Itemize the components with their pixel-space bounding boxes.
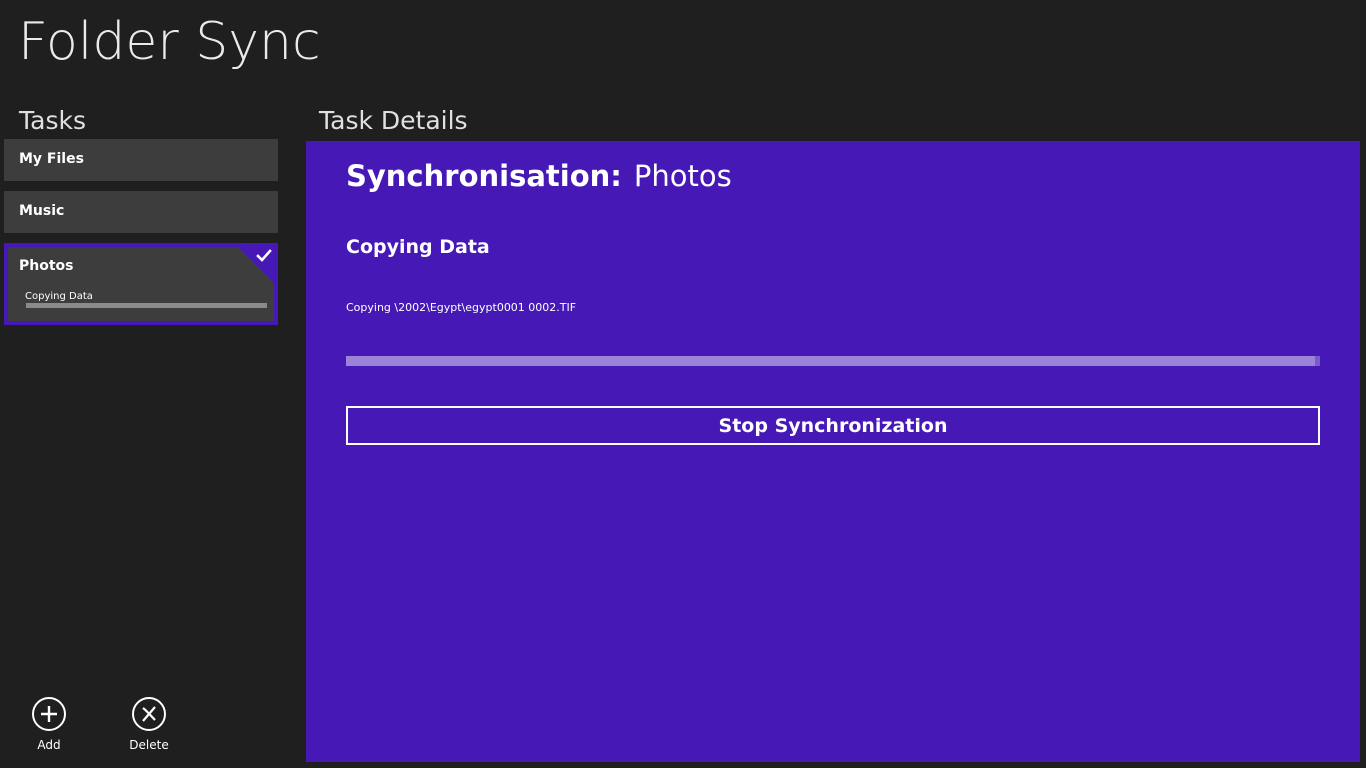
task-item-label: Music — [19, 203, 64, 219]
task-details-heading: Task Details — [319, 106, 468, 135]
task-item-label: Photos — [19, 258, 74, 274]
task-item-music[interactable]: Music — [4, 191, 278, 233]
current-file-text: Copying \2002\Egypt\egypt0001 0002.TIF — [346, 301, 576, 314]
stop-synchronization-button[interactable]: Stop Synchronization — [346, 406, 1320, 445]
app-title: Folder Sync — [18, 12, 321, 72]
task-details-panel: Synchronisation: Photos Copying Data Copy… — [306, 141, 1360, 762]
task-item-label: My Files — [19, 151, 84, 167]
copy-status-heading: Copying Data — [346, 236, 490, 258]
sync-progress-fill — [346, 356, 1315, 366]
add-button[interactable]: Add — [9, 697, 89, 752]
task-item-photos[interactable]: Photos Copying Data — [4, 243, 278, 325]
checkmark-icon — [255, 247, 273, 265]
task-list: My Files Music Photos Copying Data — [4, 139, 278, 335]
delete-button[interactable]: Delete — [109, 697, 189, 752]
delete-label: Delete — [109, 738, 189, 752]
tasks-heading: Tasks — [19, 106, 86, 135]
task-status: Copying Data — [25, 291, 93, 302]
task-progress-bar — [26, 303, 267, 308]
task-progress-fill — [26, 303, 267, 308]
add-label: Add — [9, 738, 89, 752]
plus-icon — [32, 697, 66, 731]
sync-label: Synchronisation: — [346, 159, 622, 193]
sync-progress-bar — [346, 356, 1320, 366]
task-item-my-files[interactable]: My Files — [4, 139, 278, 181]
sync-title: Synchronisation: Photos — [346, 159, 732, 193]
cancel-icon — [132, 697, 166, 731]
sync-task-name: Photos — [634, 159, 732, 193]
